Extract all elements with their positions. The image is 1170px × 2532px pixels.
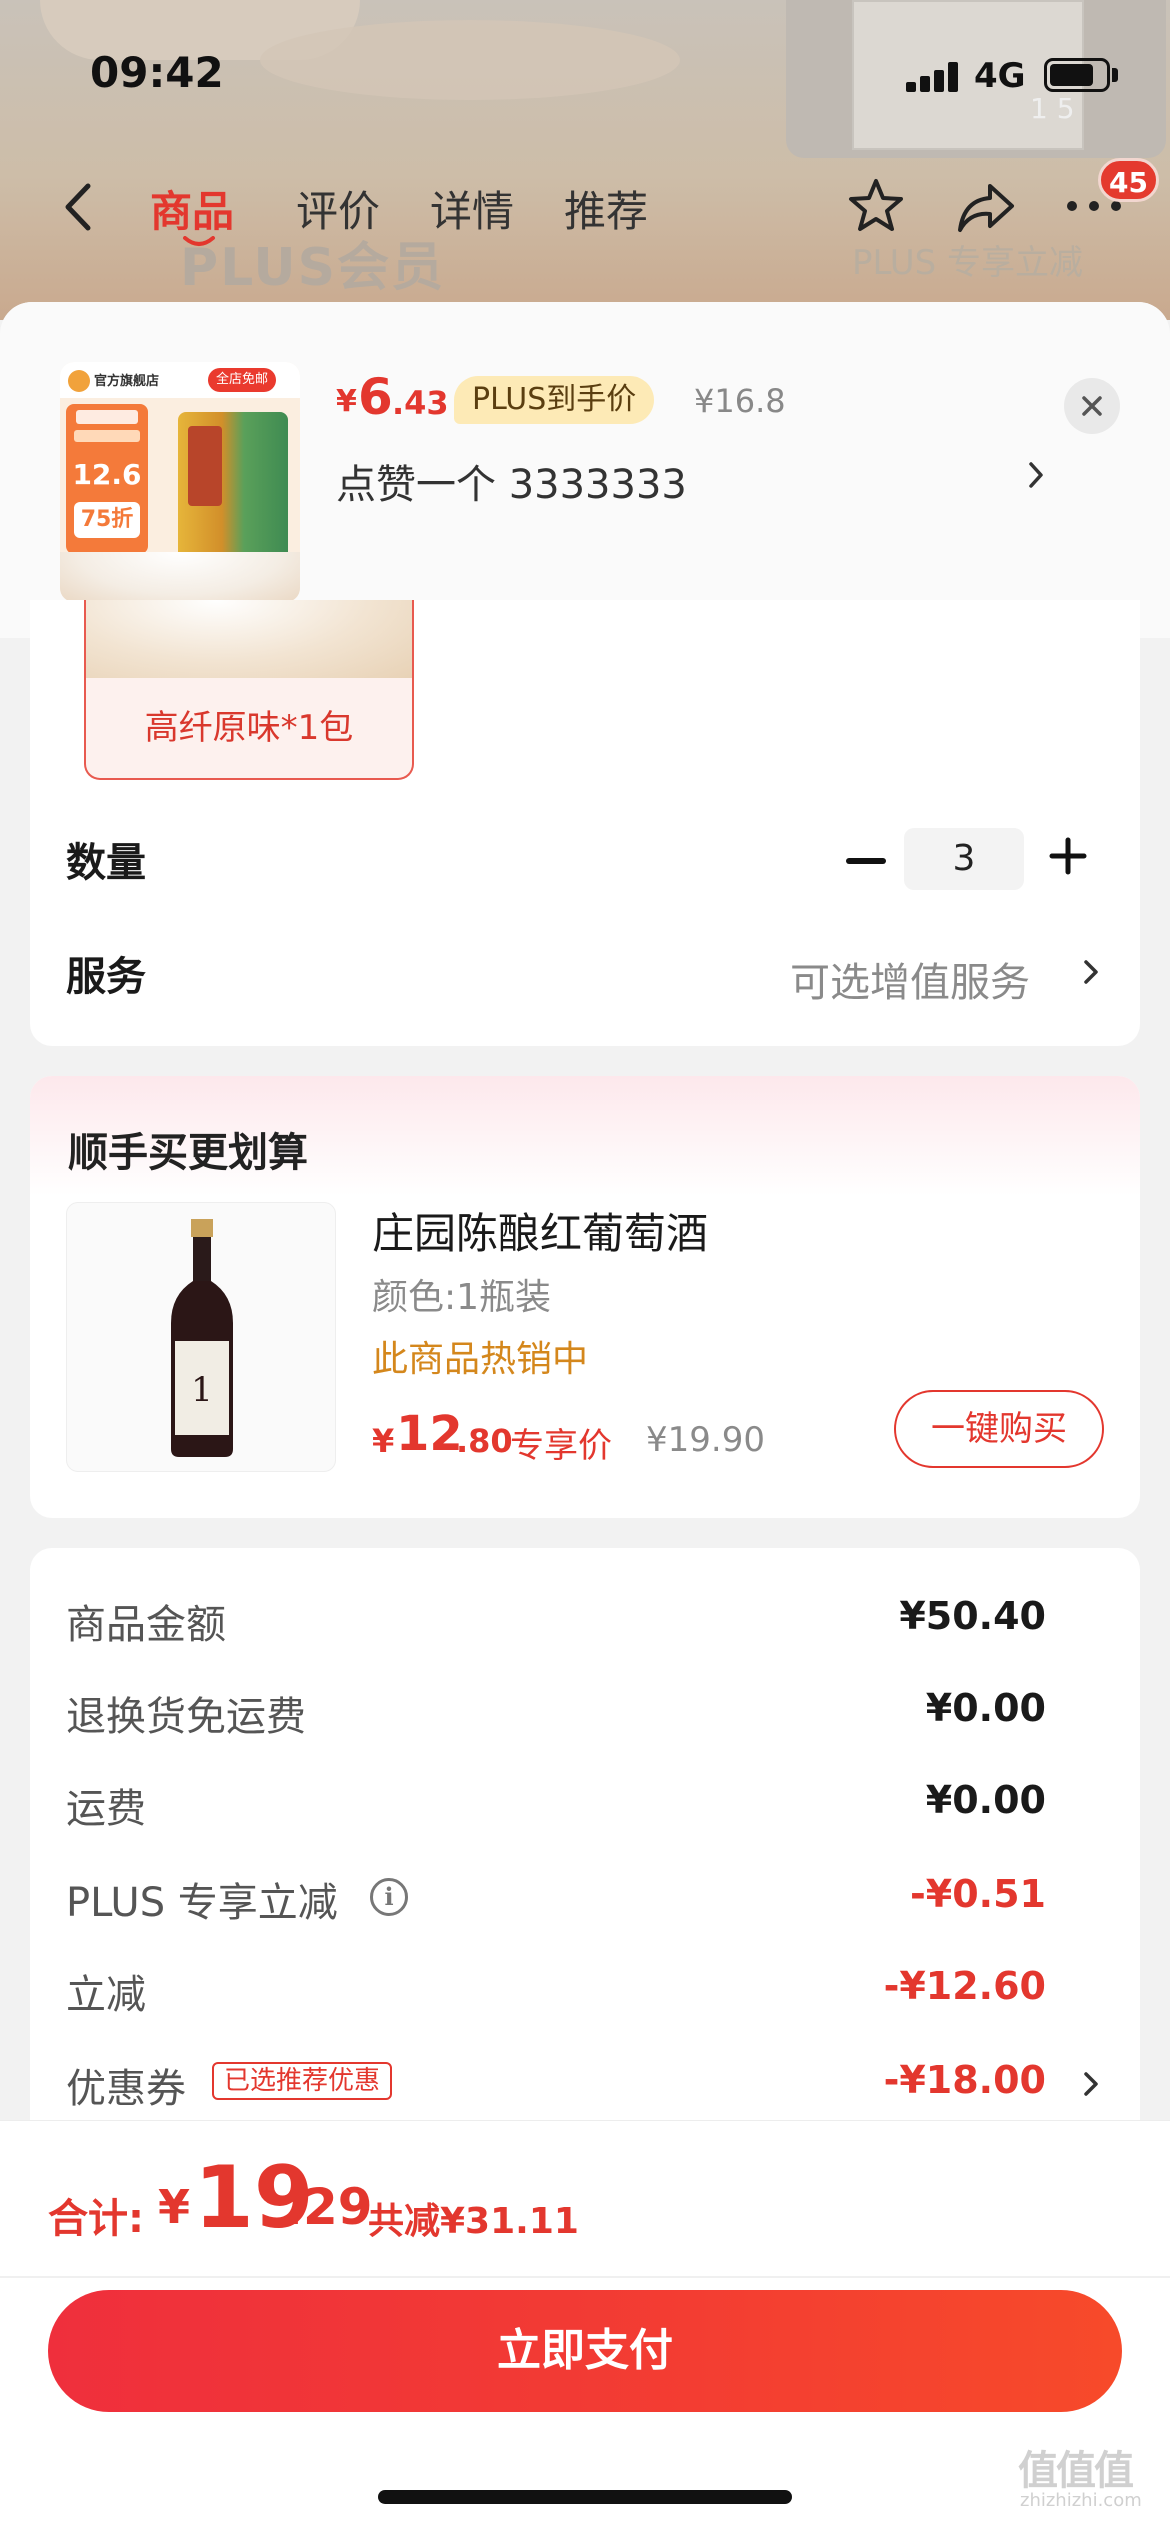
close-icon [1082, 396, 1102, 416]
total-symbol: ¥ [158, 2180, 191, 2234]
price-symbol: ¥ [336, 384, 357, 419]
summary-label: PLUS 专享立减 [66, 1880, 338, 1926]
option-selected[interactable]: 高纤原味*1包 [84, 600, 414, 780]
upsell-price-decimal: .80 [456, 1422, 513, 1460]
upsell-product-name[interactable]: 庄园陈酿红葡萄酒 [372, 1200, 708, 1261]
tab-reviews[interactable]: 评价 [296, 178, 380, 239]
summary-value: ¥0.00 [925, 1778, 1046, 1822]
close-button[interactable] [1064, 378, 1120, 434]
promo-discount: 75折 [74, 502, 140, 538]
watermark-logo: 值值值 [1018, 2448, 1134, 2494]
battery-icon [1044, 58, 1110, 92]
share-icon[interactable] [956, 180, 1016, 236]
original-price: ¥16.8 [694, 382, 786, 420]
upsell-price-tag: 专享价 [510, 1426, 612, 1466]
promo-panel: 12.6 75折 [66, 404, 148, 554]
quantity-input[interactable]: 3 [904, 828, 1024, 890]
coupon-recommended-tag: 已选推荐优惠 [212, 2062, 393, 2100]
upsell-hot-label: 此商品热销中 [372, 1339, 589, 1380]
product-image-header: 官方旗舰店 全店免邮 [60, 362, 300, 398]
brand-logo-icon [68, 370, 90, 392]
plus-price-tag: PLUS到手价 [454, 376, 655, 424]
total-savings: 共减¥31.11 [368, 2201, 579, 2242]
one-click-buy-button[interactable]: 一键购买 [894, 1390, 1104, 1468]
favorite-star-icon[interactable] [846, 176, 906, 236]
upsell-price-integer: 12 [396, 1406, 463, 1462]
price-decimal: .43 [392, 384, 449, 422]
summary-label: 运费 [66, 1786, 146, 1832]
summary-value: ¥50.40 [899, 1594, 1046, 1638]
upsell-price-symbol: ¥ [372, 1422, 395, 1460]
network-type: 4G [974, 56, 1026, 96]
divider [0, 2276, 1170, 2278]
wine-image[interactable]: 1 [66, 1202, 336, 1472]
upsell-title: 顺手买更划算 [68, 1130, 308, 1176]
summary-value: -¥12.60 [883, 1964, 1046, 2008]
chevron-right-icon[interactable] [1026, 458, 1046, 492]
upsell-original-price: ¥19.90 [646, 1420, 765, 1460]
tab-indicator [183, 236, 215, 246]
store-name: 官方旗舰店 [94, 374, 160, 389]
watermark-url: zhizhizhi.com [1020, 2490, 1142, 2511]
price-integer: 6 [358, 368, 393, 426]
plus-discount-banner: PLUS 专享立减 [852, 243, 1084, 283]
coupon-value[interactable]: -¥18.00 [884, 2058, 1046, 2102]
quantity-plus-button[interactable] [1048, 836, 1088, 876]
background-decoration [260, 20, 680, 100]
image-counter: 1 5 [1030, 92, 1075, 125]
total-decimal: .29 [284, 2178, 373, 2236]
upsell-product-spec: 颜色:1瓶装 [372, 1277, 552, 1318]
product-package-image [178, 412, 288, 562]
status-time: 09:42 [90, 48, 224, 97]
option-image [86, 600, 412, 678]
service-label: 服务 [66, 954, 146, 1000]
wine-bottle-image: 1 [171, 1219, 233, 1457]
tab-product[interactable]: 商品 [150, 178, 234, 239]
svg-text:1: 1 [191, 1370, 213, 1410]
summary-label: 退换货免运费 [66, 1694, 306, 1740]
summary-value: -¥0.51 [910, 1872, 1046, 1916]
quantity-label: 数量 [66, 840, 146, 886]
total-label: 合计: [48, 2196, 144, 2242]
product-thumbnail[interactable]: 官方旗舰店 全店免邮 12.6 75折 [60, 362, 300, 602]
pay-now-button[interactable]: 立即支付 [48, 2290, 1122, 2412]
chevron-right-icon[interactable] [1082, 2068, 1100, 2100]
signal-icon [906, 62, 962, 92]
selected-spec[interactable]: 点赞一个 3333333 [336, 452, 687, 510]
back-icon[interactable] [58, 182, 98, 232]
battery-tip [1112, 68, 1118, 82]
option-label: 高纤原味*1包 [144, 708, 354, 748]
service-value[interactable]: 可选增值服务 [790, 950, 1030, 1008]
milk-splash-image [60, 552, 300, 602]
coupon-label[interactable]: 优惠券 [66, 2056, 186, 2114]
tab-recommend[interactable]: 推荐 [564, 178, 648, 239]
tab-details[interactable]: 详情 [430, 178, 514, 239]
summary-label: 立减 [66, 1972, 146, 2018]
quantity-minus-button[interactable] [846, 858, 886, 864]
info-icon[interactable]: i [370, 1878, 408, 1916]
promo-price: 12.6 [72, 458, 142, 491]
summary-label: 商品金额 [66, 1602, 226, 1648]
chevron-right-icon[interactable] [1082, 956, 1100, 988]
summary-value: ¥0.00 [925, 1686, 1046, 1730]
home-indicator[interactable] [378, 2490, 792, 2504]
free-shipping-badge: 全店免邮 [208, 368, 277, 392]
cart-badge: 45 [1098, 158, 1159, 202]
